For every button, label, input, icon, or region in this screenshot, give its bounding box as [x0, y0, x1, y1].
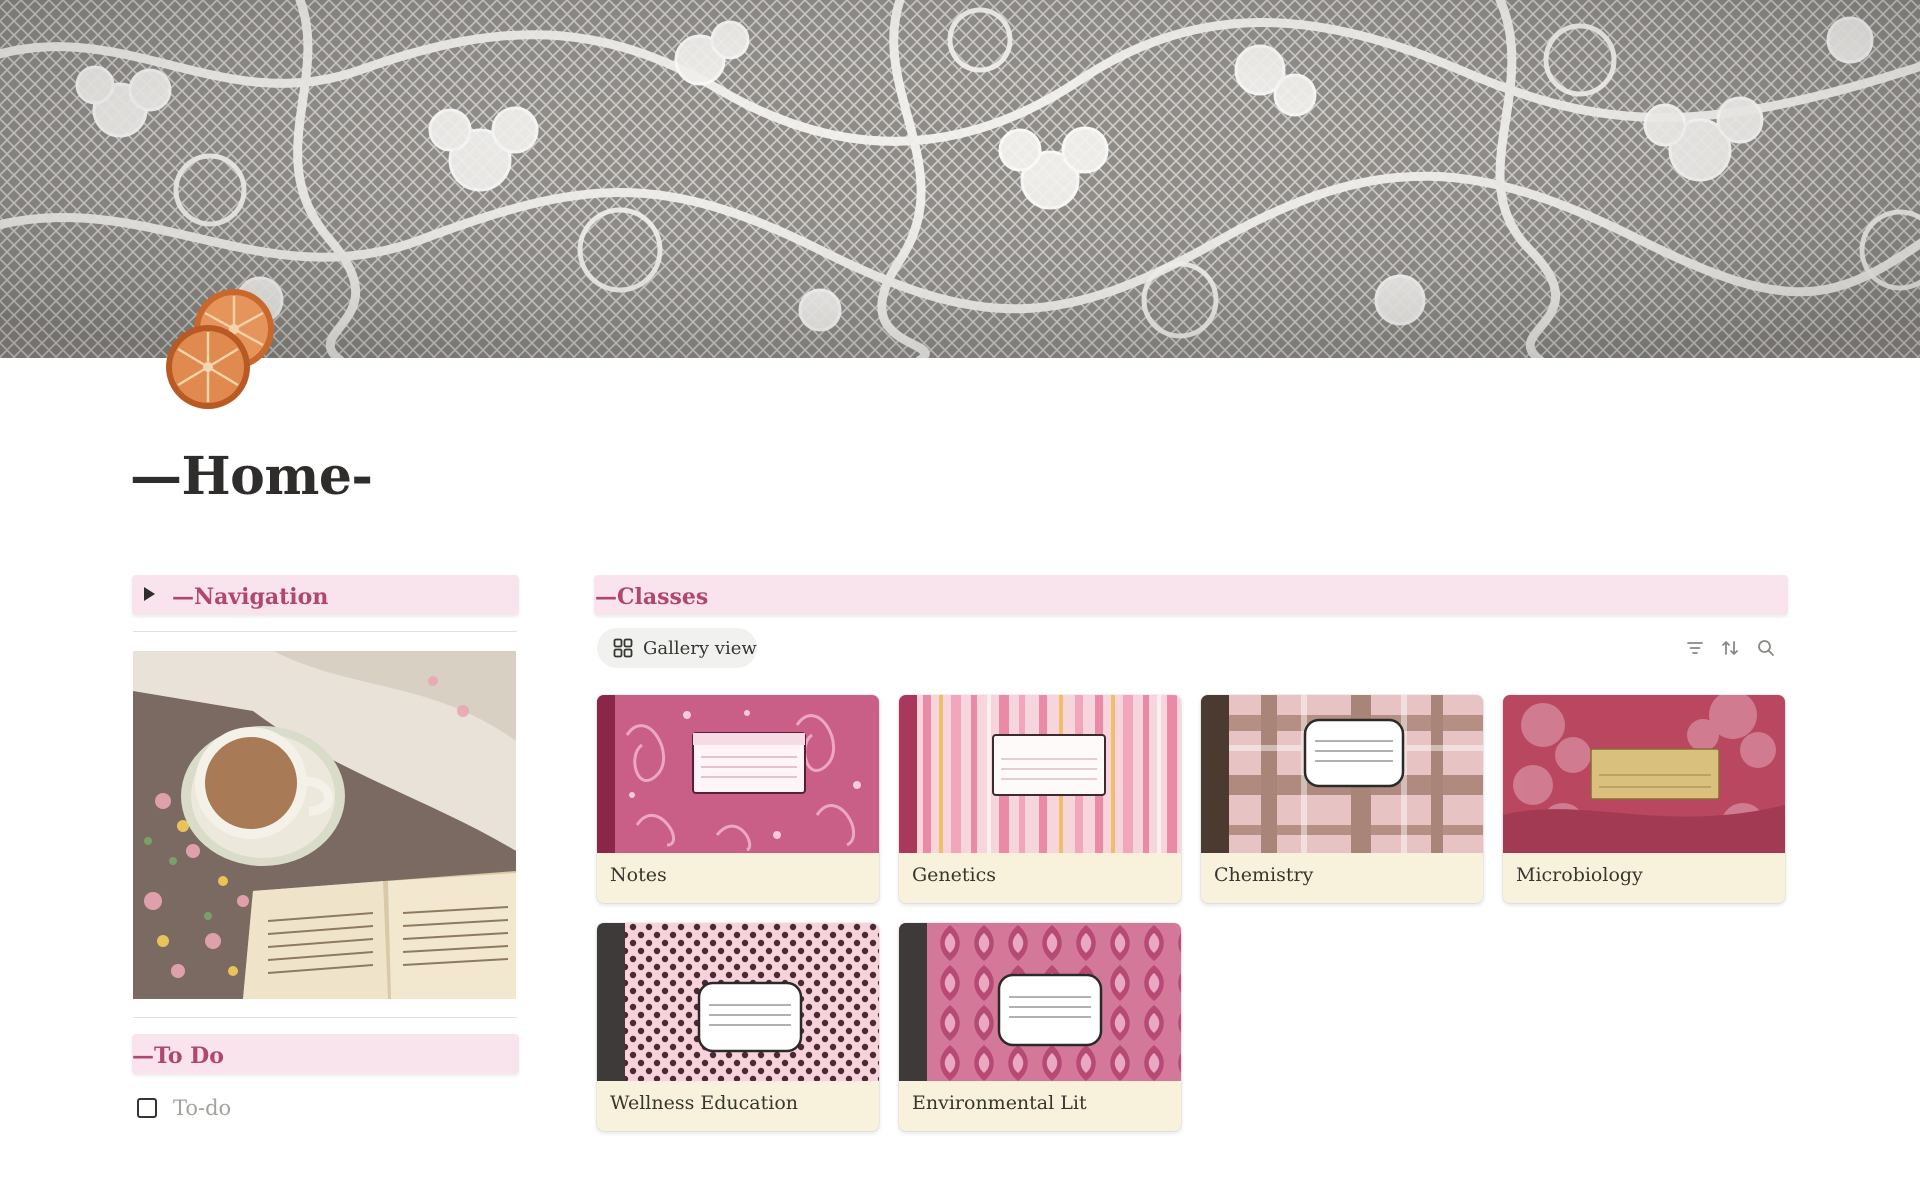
divider — [133, 631, 517, 632]
coffee-book-photo[interactable] — [133, 651, 516, 999]
gallery-view-label: Gallery view — [643, 637, 757, 659]
card-cover-image — [899, 695, 1181, 853]
card-cover-image — [899, 923, 1181, 1081]
card-cover-image — [597, 923, 879, 1081]
dried-orange-slices-icon[interactable] — [160, 285, 288, 413]
todo-item[interactable]: To-do — [137, 1095, 231, 1121]
search-icon[interactable] — [1756, 638, 1776, 658]
todo-placeholder[interactable]: To-do — [173, 1096, 231, 1120]
divider — [133, 1017, 517, 1018]
class-card-chemistry[interactable]: Chemistry — [1201, 695, 1483, 903]
todo-heading-text: —To Do — [132, 1043, 224, 1069]
page-title[interactable]: —Home- — [130, 446, 373, 507]
card-title: Wellness Education — [610, 1092, 799, 1114]
card-cover-image — [1503, 695, 1785, 853]
filter-icon[interactable] — [1685, 638, 1705, 658]
card-title: Notes — [610, 864, 667, 886]
class-card-wellness-education[interactable]: Wellness Education — [597, 923, 879, 1131]
class-card-microbiology[interactable]: Microbiology — [1503, 695, 1785, 903]
card-title: Environmental Lit — [912, 1092, 1087, 1114]
classes-heading-text: —Classes — [595, 584, 709, 610]
todo-checkbox[interactable] — [137, 1098, 157, 1118]
card-cover-image — [1201, 695, 1483, 853]
todo-heading: —To Do — [132, 1034, 519, 1074]
class-card-environmental-lit[interactable]: Environmental Lit — [899, 923, 1181, 1131]
card-title: Microbiology — [1516, 864, 1643, 886]
classes-heading: —Classes — [594, 575, 1788, 615]
card-title: Chemistry — [1214, 864, 1314, 886]
toggle-arrow-icon[interactable] — [144, 587, 155, 601]
cover-image[interactable] — [0, 0, 1920, 358]
card-title: Genetics — [912, 864, 997, 886]
navigation-heading-text: —Navigation — [172, 584, 329, 610]
card-cover-image — [597, 695, 879, 853]
sort-icon[interactable] — [1720, 638, 1740, 658]
gallery-grid-icon — [613, 638, 633, 658]
class-card-genetics[interactable]: Genetics — [899, 695, 1181, 903]
navigation-toggle-heading[interactable]: —Navigation — [132, 575, 519, 615]
gallery-view-tab[interactable]: Gallery view — [597, 628, 757, 668]
class-card-notes[interactable]: Notes — [597, 695, 879, 903]
